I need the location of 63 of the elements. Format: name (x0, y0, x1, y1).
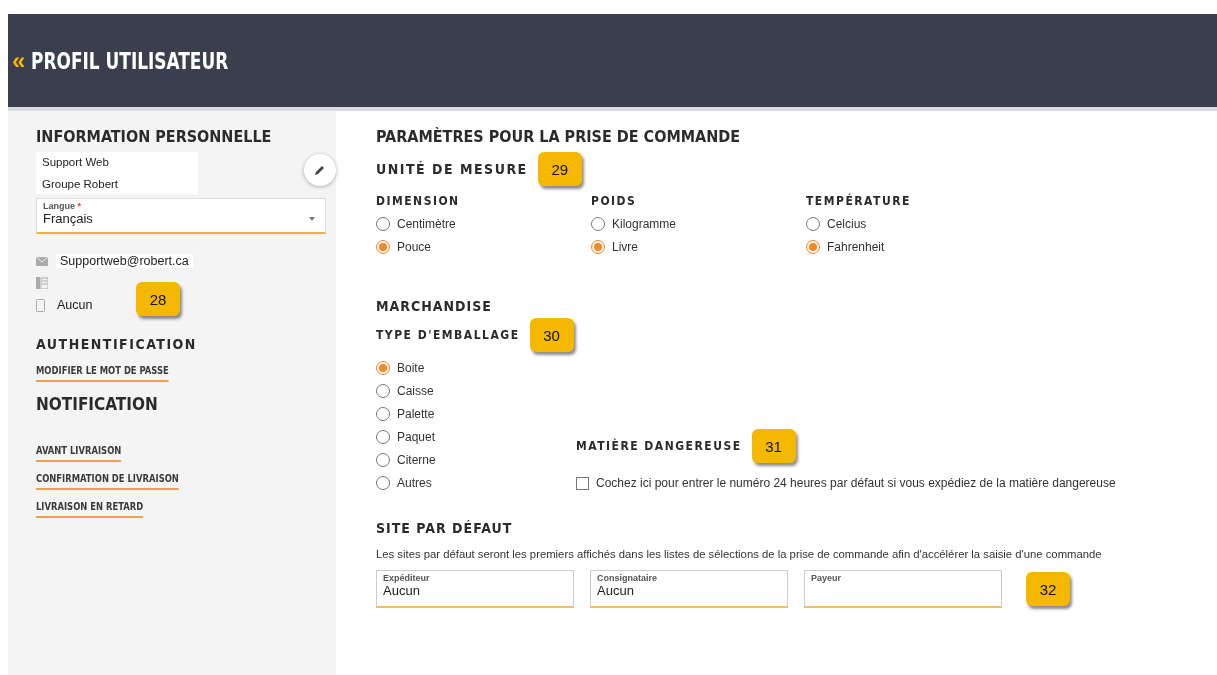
user-name-text: Support Web (42, 156, 110, 168)
radio-label[interactable]: Autres (397, 476, 432, 490)
notification-link[interactable]: LIVRAISON EN RETARD (36, 500, 144, 518)
checkbox[interactable] (576, 476, 589, 490)
radio-label[interactable]: Palette (397, 407, 435, 421)
callout-badge: 29 (537, 152, 582, 186)
section-title: AUTHENTIFICATION (36, 336, 198, 352)
group-label: POIDS (591, 194, 638, 208)
radio-button[interactable] (376, 476, 390, 490)
back-icon[interactable]: « (12, 46, 26, 75)
subsection-title: UNITÉ DE MESURE (376, 161, 528, 177)
radio-label[interactable]: Livre (612, 240, 638, 254)
radio-label[interactable]: Kilogramme (612, 217, 677, 231)
radio-label[interactable]: Celcius (827, 217, 867, 231)
radio-button[interactable] (806, 240, 820, 254)
password-link[interactable]: MODIFIER LE MOT DE PASSE (36, 364, 169, 382)
radio-button[interactable] (376, 430, 390, 444)
callout-badge: 32 (1026, 572, 1070, 606)
mobile-phone-icon (36, 298, 45, 312)
radio-label[interactable]: Caisse (397, 384, 434, 398)
site-field[interactable]: Expéditeur Aucun (376, 570, 574, 608)
language-select[interactable]: Langue * Français (36, 198, 326, 234)
group-label: TEMPÉRATURE (806, 194, 912, 208)
callout-badge: 30 (529, 318, 574, 352)
radio-label[interactable]: Centimètre (397, 217, 456, 231)
group-label: TYPE D'EMBALLAGE (376, 328, 520, 342)
group-label: DIMENSION (376, 194, 461, 208)
pencil-icon (314, 164, 326, 176)
radio-button[interactable] (591, 217, 605, 231)
radio-button[interactable] (591, 240, 605, 254)
site-field[interactable]: Consignataire Aucun (590, 570, 788, 608)
user-name-text: Groupe Robert (42, 178, 120, 190)
radio-label[interactable]: Fahrenheit (827, 240, 885, 254)
radio-label[interactable]: Pouce (397, 240, 432, 254)
subsection-title: MARCHANDISE (376, 298, 493, 314)
section-title: PARAMÈTRES POUR LA PRISE DE COMMANDE (376, 127, 742, 146)
radio-button[interactable] (806, 217, 820, 231)
edit-button[interactable] (304, 154, 336, 186)
section-title: NOTIFICATION (36, 394, 159, 414)
callout-badge: 28 (136, 282, 180, 316)
subsection-title: SITE PAR DÉFAUT (376, 520, 514, 536)
radio-button[interactable] (376, 361, 390, 375)
callout-badge: 31 (751, 429, 796, 463)
dropdown-caret-icon (309, 217, 315, 221)
checkbox-label: Cochez ici pour entrer le numéro 24 heures par défaut si vous expédiez de la matière dangereuse (596, 476, 1116, 490)
radio-label[interactable]: Citerne (397, 453, 436, 467)
email-text: Supportweb@robert.ca (56, 254, 193, 268)
notification-link[interactable]: AVANT LIVRAISON (36, 444, 122, 462)
description-text: Les sites par défaut seront les premiers affichés dans les listes de sélections de la prise de commande afin d'accélérer la saisie d'une commande (376, 548, 1103, 560)
radio-button[interactable] (376, 384, 390, 398)
radio-label[interactable]: Boite (397, 361, 425, 375)
site-field[interactable]: Payeur (804, 570, 1002, 608)
group-label: MATIÈRE DANGEREUSE (576, 439, 742, 453)
radio-label[interactable]: Paquet (397, 430, 436, 444)
radio-button[interactable] (376, 407, 390, 421)
envelope-icon (36, 256, 48, 266)
radio-button[interactable] (376, 240, 390, 254)
notification-link[interactable]: CONFIRMATION DE LIVRAISON (36, 472, 179, 490)
mobile-text: Aucun (56, 298, 94, 312)
section-title: INFORMATION PERSONNELLE (36, 127, 273, 146)
radio-button[interactable] (376, 453, 390, 467)
radio-button[interactable] (376, 217, 390, 231)
page-title: PROFIL UTILISATEUR (31, 47, 229, 74)
